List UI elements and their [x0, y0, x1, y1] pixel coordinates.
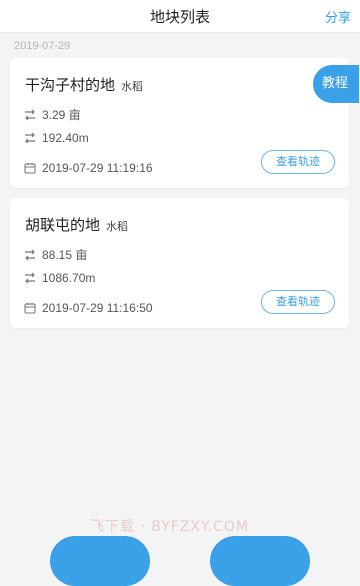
plot-title: 胡联屯的地 水稻	[25, 214, 128, 235]
area-icon	[25, 249, 35, 260]
time-row: 2019-07-29 11:19:16	[24, 161, 153, 175]
top-bar: 地块列表 分享	[0, 0, 360, 33]
share-button[interactable]: 分享	[325, 7, 351, 26]
length-row: 192.40m	[24, 131, 89, 145]
plot-name: 干沟子村的地	[25, 76, 116, 94]
page-title: 地块列表	[149, 8, 210, 26]
area-value: 88.15 亩	[42, 248, 88, 262]
crop-tag: 水稻	[121, 80, 144, 93]
view-track-button[interactable]: 查看轨迹	[261, 290, 335, 314]
length-value: 1086.70m	[42, 271, 96, 285]
crop-tag: 水稻	[106, 220, 129, 233]
length-icon	[25, 272, 35, 284]
bottom-action-button-right[interactable]	[210, 536, 310, 586]
time-row: 2019-07-29 11:16:50	[24, 301, 153, 315]
plot-card[interactable]: 胡联屯的地 水稻 88.15 亩 1086.70m 2019-07-29 11:1…	[10, 198, 349, 328]
length-icon	[25, 132, 35, 144]
time-value: 2019-07-29 11:19:16	[42, 161, 153, 175]
length-value: 192.40m	[42, 131, 89, 145]
plot-title: 干沟子村的地 水稻	[25, 74, 143, 95]
tutorial-button[interactable]: 教程	[313, 65, 359, 103]
length-row: 1086.70m	[24, 271, 95, 285]
bottom-action-button-left[interactable]	[50, 536, 150, 586]
time-value: 2019-07-29 11:16:50	[42, 301, 153, 315]
calendar-icon	[24, 303, 36, 314]
plot-card[interactable]: 干沟子村的地 水稻 3.29 亩 192.40m 2019-07-29 11:19…	[10, 58, 349, 188]
area-value: 3.29 亩	[42, 108, 81, 122]
view-track-button[interactable]: 查看轨迹	[261, 150, 335, 174]
watermark: 飞下载 · BYFZXY.COM	[90, 519, 250, 535]
area-icon	[25, 109, 35, 120]
plot-name: 胡联屯的地	[25, 216, 101, 234]
date-group-header: 2019-07-29	[14, 40, 71, 52]
calendar-icon	[24, 163, 36, 174]
area-row: 3.29 亩	[24, 106, 81, 123]
area-row: 88.15 亩	[24, 246, 87, 263]
